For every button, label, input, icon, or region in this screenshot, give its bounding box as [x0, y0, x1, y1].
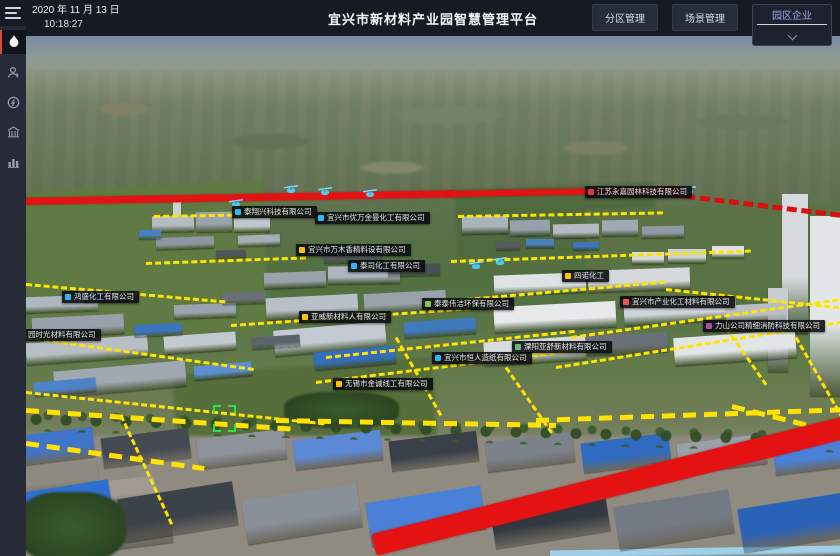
factory-icon: [7, 126, 20, 138]
building: [642, 226, 684, 239]
map-label[interactable]: 江苏永嘉园林科技有限公司: [585, 186, 692, 198]
building: [216, 249, 246, 258]
map-label[interactable]: 无锡市金诚线工有限公司: [333, 378, 433, 390]
map-label[interactable]: 园时光材料有限公司: [26, 329, 101, 341]
map-label[interactable]: 力山公司精细消防科技有限公司: [703, 320, 825, 332]
map-label[interactable]: 宜兴市产业化工材料有限公司: [620, 296, 735, 308]
bar-chart-icon: [7, 156, 20, 168]
map-3d-view[interactable]: 泰翔兴科技有限公司宜兴市优万金曼化工有限公司宜兴市万木香精料设有限公司泰司化工有…: [26, 36, 840, 556]
building: [264, 271, 327, 289]
map-label[interactable]: 四诺化工: [562, 270, 609, 282]
company-label-text: 力山公司精细消防科技有限公司: [715, 322, 820, 330]
company-marker-icon: [65, 294, 71, 300]
energy-icon: [7, 96, 20, 109]
map-label[interactable]: 宜兴市恒人造纸有限公司: [432, 352, 532, 364]
company-label-text: 宜兴市万木香精料设有限公司: [308, 246, 406, 254]
sidebar-item-user[interactable]: [0, 60, 26, 84]
building: [156, 236, 214, 250]
building: [134, 323, 183, 337]
company-marker-icon: [351, 263, 357, 269]
chevron-down-icon: [787, 31, 797, 41]
building: [496, 242, 520, 250]
helicopter-icon: [317, 184, 333, 202]
building: [573, 242, 599, 250]
dropdown-divider: [757, 24, 827, 25]
company-marker-icon: [706, 323, 712, 329]
map-label[interactable]: 亚威新材料人有限公司: [299, 311, 391, 323]
building: [602, 220, 638, 237]
map-label[interactable]: 泰司化工有限公司: [348, 260, 425, 272]
flame-icon: [8, 35, 20, 49]
company-label-text: 宜兴市恒人造纸有限公司: [444, 354, 527, 362]
top-header: 2020 年 11 月 13 日 10:18:27 宜兴市新材料产业园智慧管理平…: [26, 0, 840, 36]
building: [234, 218, 270, 233]
company-label-text: 泰司化工有限公司: [360, 262, 420, 270]
company-label-text: 江苏永嘉园林科技有限公司: [597, 188, 687, 196]
building: [174, 303, 236, 319]
app-window: 2020 年 11 月 13 日 10:18:27 宜兴市新材料产业园智慧管理平…: [0, 0, 840, 556]
park-enterprise-dropdown[interactable]: 园区企业: [752, 4, 832, 46]
menu-icon[interactable]: [5, 7, 21, 19]
sidebar: [0, 0, 26, 556]
zone-manage-button[interactable]: 分区管理: [592, 4, 658, 31]
company-label-text: 泰翔兴科技有限公司: [244, 208, 312, 216]
building: [139, 230, 161, 239]
company-marker-icon: [336, 381, 342, 387]
building: [222, 291, 266, 305]
company-label-text: 亚威新材料人有限公司: [311, 313, 386, 321]
map-label[interactable]: 溧阳亚舒新材料有限公司: [512, 341, 612, 353]
map-label[interactable]: 泰翔兴科技有限公司: [232, 206, 317, 218]
company-label-text: 鸿盛化工有限公司: [74, 293, 134, 301]
company-marker-icon: [515, 344, 521, 350]
company-marker-icon: [299, 247, 305, 253]
sidebar-item-factory[interactable]: [0, 120, 26, 144]
map-label[interactable]: 宜兴市优万金曼化工有限公司: [315, 212, 430, 224]
map-label[interactable]: 鸿盛化工有限公司: [62, 291, 139, 303]
sidebar-item-fire[interactable]: [0, 30, 26, 54]
scene-manage-button[interactable]: 场景管理: [672, 4, 738, 31]
company-marker-icon: [435, 355, 441, 361]
tree-mass: [26, 492, 126, 556]
building: [238, 234, 280, 246]
helicopter-icon: [283, 182, 299, 200]
company-label-text: 宜兴市优万金曼化工有限公司: [327, 214, 425, 222]
company-marker-icon: [565, 273, 571, 279]
company-marker-icon: [318, 215, 324, 221]
dropdown-label: 园区企业: [757, 7, 827, 22]
company-label-text: 无锡市金诚线工有限公司: [345, 380, 428, 388]
far-fields-texture: [26, 70, 840, 200]
helicopter-icon: [492, 254, 508, 272]
company-marker-icon: [302, 314, 308, 320]
company-label-text: 四诺化工: [574, 272, 604, 280]
user-icon: [7, 66, 20, 79]
company-label-text: 宜兴市产业化工材料有限公司: [632, 298, 730, 306]
sidebar-item-stats[interactable]: [0, 150, 26, 174]
helicopter-icon: [468, 258, 484, 276]
map-label[interactable]: 泰泰伟洁环保有限公司: [422, 298, 514, 310]
building: [510, 220, 550, 237]
selection-brackets: [213, 405, 236, 432]
header-buttons: 分区管理 场景管理 园区企业: [592, 4, 832, 46]
company-marker-icon: [623, 299, 629, 305]
helicopter-icon: [362, 186, 378, 204]
company-label-text: 溧阳亚舒新材料有限公司: [524, 343, 607, 351]
building: [462, 216, 508, 235]
map-label[interactable]: 宜兴市万木香精料设有限公司: [296, 244, 411, 256]
building: [553, 224, 599, 239]
company-marker-icon: [425, 301, 431, 307]
company-marker-icon: [235, 209, 241, 215]
company-marker-icon: [588, 189, 594, 195]
building: [526, 239, 554, 248]
company-label-text: 园时光材料有限公司: [28, 331, 96, 339]
sidebar-item-energy[interactable]: [0, 90, 26, 114]
company-label-text: 泰泰伟洁环保有限公司: [434, 300, 509, 308]
